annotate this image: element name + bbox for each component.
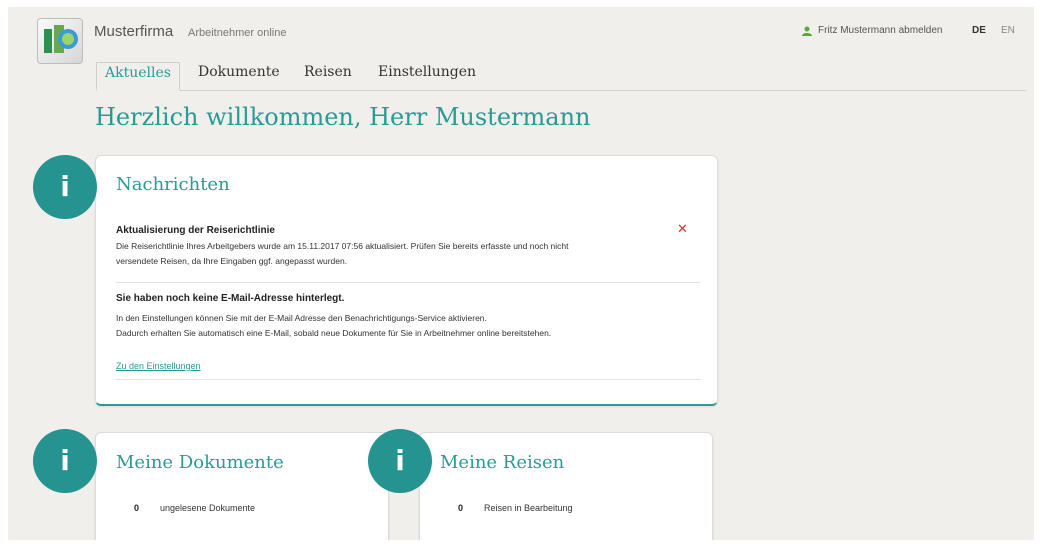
news-card: Nachrichten Aktualisierung der Reiserich…: [95, 155, 718, 406]
app-frame: Musterfirma Arbeitnehmer online Fritz Mu…: [8, 7, 1034, 540]
main-navigation: Aktuelles Dokumente Reisen Einstellungen: [96, 62, 1026, 91]
divider: [116, 282, 700, 283]
message-title: Sie haben noch keine E-Mail-Adresse hint…: [116, 293, 345, 304]
documents-card[interactable]: Meine Dokumente 0 ungelesene Dokumente: [95, 432, 389, 540]
page-title: Herzlich willkommen, Herr Mustermann: [95, 103, 591, 131]
info-icon: i: [368, 429, 432, 493]
message-line: Die Reiserichtlinie Ihres Arbeitgebers w…: [116, 241, 569, 251]
message-line: versendete Reisen, da Ihre Eingaben ggf.…: [116, 256, 348, 266]
info-icon: i: [33, 429, 97, 493]
travels-label: Reisen in Bearbeitung: [484, 503, 573, 513]
message-text: In den Einstellungen können Sie mit der …: [116, 311, 706, 341]
message-text: Die Reiserichtlinie Ihres Arbeitgebers w…: [116, 239, 696, 269]
brand-subtitle: Arbeitnehmer online: [188, 27, 287, 39]
language-en[interactable]: EN: [1001, 25, 1015, 36]
info-icon: i: [33, 155, 97, 219]
tab-dokumente[interactable]: Dokumente: [198, 62, 280, 88]
close-icon[interactable]: ✕: [677, 222, 688, 237]
tab-einstellungen[interactable]: Einstellungen: [378, 62, 476, 88]
tab-aktuelles[interactable]: Aktuelles: [96, 62, 180, 91]
travels-count: 0: [458, 503, 464, 513]
language-de[interactable]: DE: [972, 25, 986, 36]
divider: [116, 379, 700, 380]
tab-reisen[interactable]: Reisen: [304, 62, 352, 88]
travels-card[interactable]: Meine Reisen 0 Reisen in Bearbeitung: [419, 432, 713, 540]
news-title: Nachrichten: [116, 174, 230, 195]
message-line: In den Einstellungen können Sie mit der …: [116, 313, 487, 323]
documents-title: Meine Dokumente: [116, 452, 284, 473]
message-title: Aktualisierung der Reiserichtlinie: [116, 225, 275, 236]
logout-label: Fritz Mustermann abmelden: [818, 25, 943, 36]
settings-link[interactable]: Zu den Einstellungen: [116, 361, 201, 371]
message-line: Dadurch erhalten Sie automatisch eine E-…: [116, 328, 552, 338]
company-logo-icon[interactable]: [37, 18, 83, 64]
logout-link[interactable]: Fritz Mustermann abmelden: [802, 25, 943, 36]
documents-count: 0: [134, 503, 140, 513]
documents-label: ungelesene Dokumente: [160, 503, 256, 513]
travels-title: Meine Reisen: [440, 452, 565, 473]
brand-name: Musterfirma: [94, 23, 174, 40]
user-icon: [802, 26, 812, 36]
